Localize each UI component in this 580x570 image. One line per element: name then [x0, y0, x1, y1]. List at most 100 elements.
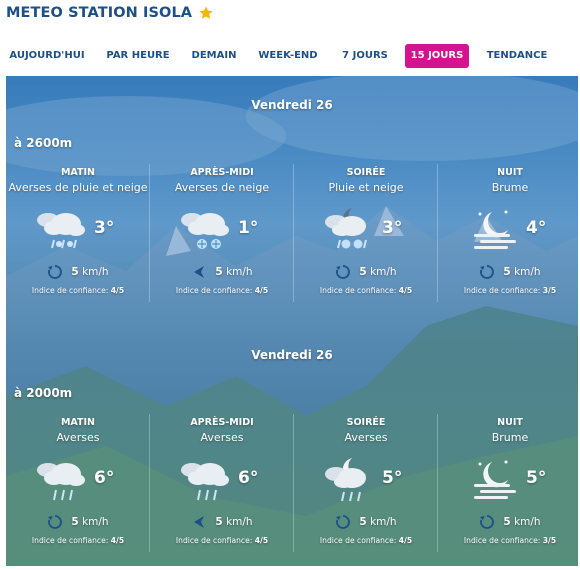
wind-variable-icon — [336, 265, 351, 279]
wind-unit: km/h — [226, 266, 253, 278]
forecast-cell: MATIN Averses 6° 5 km/h Indice de confia… — [6, 416, 150, 545]
period-name: SOIRÉE — [346, 167, 386, 178]
tab-tendance[interactable]: TENDANCE — [482, 44, 552, 68]
tab-demain[interactable]: DEMAIN — [188, 44, 240, 68]
confidence-value: 4/5 — [398, 536, 413, 545]
snow-cloud-icon — [181, 213, 229, 249]
weather-description: Brume — [491, 181, 529, 194]
period-name: APRÈS-MIDI — [190, 417, 254, 428]
wind-unit: km/h — [82, 266, 109, 278]
temperature: 6° — [94, 468, 115, 488]
rain-cloud-icon — [37, 463, 85, 501]
confidence-index: Indice de confiance: 3/5 — [438, 536, 578, 545]
wind-variable-icon — [48, 265, 63, 279]
confidence-label: Indice de confiance: — [31, 286, 109, 295]
wind-speed: 5 — [359, 516, 367, 528]
weather-description: Averses — [56, 431, 100, 444]
wind-info: 5 km/h — [294, 512, 438, 532]
wind-variable-icon — [480, 515, 495, 529]
temperature: 4° — [526, 218, 547, 238]
forecast-tabs: AUJOURD'HUI PAR HEURE DEMAIN WEEK-END 7 … — [0, 44, 580, 70]
confidence-value: 4/5 — [110, 536, 125, 545]
wind-variable-icon — [48, 515, 63, 529]
night-rain-icon — [325, 458, 366, 502]
wind-unit: km/h — [514, 266, 541, 278]
weather-description: Pluie et neige — [328, 181, 404, 194]
night-rain-snow-icon — [325, 208, 367, 249]
temperature: 5° — [382, 468, 403, 488]
wind-info: 5 km/h — [438, 512, 578, 532]
tab-7-jours[interactable]: 7 JOURS — [336, 44, 394, 68]
temperature: 1° — [238, 218, 259, 238]
wind-direction-arrow-icon — [194, 516, 205, 528]
wind-speed: 5 — [71, 516, 79, 528]
weather-description: Averses de neige — [174, 181, 270, 194]
forecast-cell: MATIN Averses de pluie et neige 3° 5 km/… — [6, 166, 150, 295]
confidence-label: Indice de confiance: — [319, 286, 397, 295]
wind-speed: 5 — [215, 516, 223, 528]
confidence-index: Indice de confiance: 4/5 — [150, 286, 294, 295]
wind-direction-arrow-icon — [194, 266, 205, 278]
forecast-cell: NUIT Brume 5° 5 km/h Indice de confiance… — [438, 416, 578, 545]
wind-info: 5 km/h — [150, 262, 294, 282]
tab-aujourdhui[interactable]: AUJOURD'HUI — [6, 44, 88, 68]
wind-speed: 5 — [71, 266, 79, 278]
wind-unit: km/h — [370, 266, 397, 278]
wind-variable-icon — [480, 265, 495, 279]
temperature: 6° — [238, 468, 259, 488]
wind-unit: km/h — [514, 516, 541, 528]
confidence-value: 4/5 — [398, 286, 413, 295]
wind-speed: 5 — [503, 516, 511, 528]
confidence-value: 3/5 — [542, 286, 557, 295]
confidence-label: Indice de confiance: — [319, 536, 397, 545]
forecast-cell: SOIRÉE Pluie et neige 3° 5 km/h Indice d… — [294, 166, 438, 295]
wind-unit: km/h — [226, 516, 253, 528]
wind-info: 5 km/h — [6, 262, 150, 282]
period-name: NUIT — [497, 167, 523, 178]
forecast-cell: APRÈS-MIDI Averses 6° 5 km/h Indice de c… — [150, 416, 294, 545]
favorite-star-icon[interactable] — [198, 5, 214, 21]
night-mist-icon — [474, 460, 516, 499]
confidence-value: 4/5 — [254, 536, 269, 545]
rain-cloud-icon — [181, 463, 229, 501]
forecast-cell: NUIT Brume 4° 5 km/h Indice de confiance… — [438, 166, 578, 295]
confidence-value: 4/5 — [110, 286, 125, 295]
tab-15-jours[interactable]: 15 JOURS — [405, 44, 469, 68]
confidence-label: Indice de confiance: — [463, 286, 541, 295]
wind-variable-icon — [336, 515, 351, 529]
tab-week-end[interactable]: WEEK-END — [254, 44, 322, 68]
wind-speed: 5 — [359, 266, 367, 278]
confidence-label: Indice de confiance: — [31, 536, 109, 545]
confidence-index: Indice de confiance: 4/5 — [294, 286, 438, 295]
confidence-index: Indice de confiance: 4/5 — [150, 536, 294, 545]
rain-snow-cloud-icon — [37, 213, 85, 249]
wind-speed: 5 — [215, 266, 223, 278]
temperature: 5° — [526, 468, 547, 488]
page-header: METEO STATION ISOLA — [6, 2, 214, 24]
wind-info: 5 km/h — [294, 262, 438, 282]
period-name: SOIRÉE — [346, 417, 386, 428]
forecast-cell: SOIRÉE Averses 5° 5 km/h Indice de confi… — [294, 416, 438, 545]
weather-description: Averses — [200, 431, 244, 444]
wind-unit: km/h — [82, 516, 109, 528]
confidence-label: Indice de confiance: — [175, 286, 253, 295]
weather-description: Brume — [491, 431, 529, 444]
wind-unit: km/h — [370, 516, 397, 528]
weather-description: Averses — [344, 431, 388, 444]
weather-description: Averses de pluie et neige — [8, 181, 148, 194]
day-heading: Vendredi 26 — [251, 98, 333, 112]
confidence-index: Indice de confiance: 4/5 — [294, 536, 438, 545]
confidence-label: Indice de confiance: — [463, 536, 541, 545]
confidence-label: Indice de confiance: — [175, 536, 253, 545]
temperature: 3° — [94, 218, 115, 238]
confidence-index: Indice de confiance: 4/5 — [6, 536, 150, 545]
altitude-label: à 2000m — [14, 386, 73, 400]
confidence-value: 3/5 — [542, 536, 557, 545]
period-name: APRÈS-MIDI — [190, 167, 254, 178]
wind-info: 5 km/h — [150, 512, 294, 532]
tab-par-heure[interactable]: PAR HEURE — [102, 44, 174, 68]
night-mist-icon — [474, 210, 516, 249]
period-name: MATIN — [60, 417, 96, 428]
temperature: 3° — [382, 218, 403, 238]
wind-speed: 5 — [503, 266, 511, 278]
